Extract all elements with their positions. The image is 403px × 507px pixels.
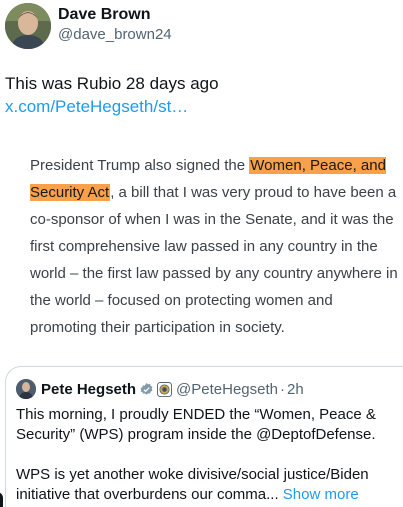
- quoted-tweet-header: Pete Hegseth @PeteHegseth · 2h: [16, 379, 304, 399]
- quoted-tweet-card[interactable]: Pete Hegseth @PeteHegseth · 2h This morn…: [5, 366, 403, 507]
- verified-badge-icon: [139, 382, 154, 397]
- attached-image[interactable]: President Trump also signed the Women, P…: [5, 136, 403, 346]
- author-display-name[interactable]: Dave Brown: [58, 5, 172, 25]
- author-avatar[interactable]: [5, 3, 51, 49]
- image-quote-text: President Trump also signed the Women, P…: [30, 152, 402, 341]
- quoted-author-avatar[interactable]: [16, 379, 36, 399]
- author-handle[interactable]: @dave_brown24: [58, 25, 172, 45]
- quoted-tweet-time[interactable]: 2h: [287, 381, 304, 398]
- quoted-author-handle[interactable]: @PeteHegseth: [176, 381, 278, 398]
- affiliation-badge-icon[interactable]: [157, 381, 173, 397]
- tweet-link[interactable]: x.com/PeteHegseth/st…: [5, 97, 188, 116]
- side-edge-indicator: [0, 492, 3, 507]
- quoted-author-name[interactable]: Pete Hegseth: [41, 381, 136, 398]
- tweet-body: This was Rubio 28 days ago: [5, 74, 219, 93]
- tweet-text: This was Rubio 28 days ago x.com/PeteHeg…: [5, 72, 397, 118]
- quoted-tweet-text: This morning, I proudly ENDED the “Women…: [16, 405, 403, 507]
- image-quote-before: President Trump also signed the: [30, 157, 250, 174]
- quoted-tweet-paragraph-1: This morning, I proudly ENDED the “Women…: [16, 406, 376, 443]
- tweet-header: Dave Brown @dave_brown24: [0, 0, 403, 52]
- show-more-link[interactable]: Show more: [283, 486, 359, 503]
- image-quote-after: , a bill that I was very proud to have b…: [30, 184, 398, 336]
- quoted-tweet-paragraph-2: WPS is yet another woke divisive/social …: [16, 465, 403, 505]
- timestamp-separator: ·: [280, 380, 285, 398]
